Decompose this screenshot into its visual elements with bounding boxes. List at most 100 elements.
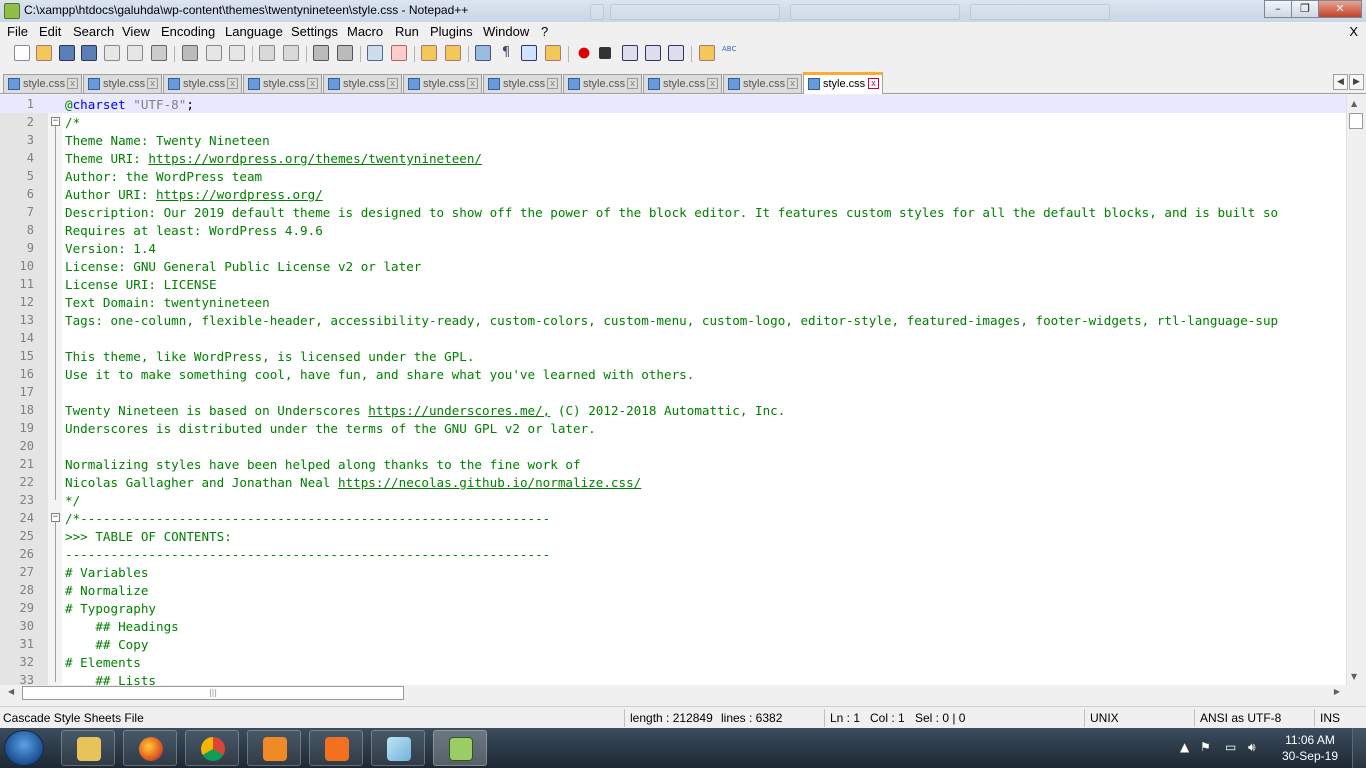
code-line[interactable]: 2 −/* (0, 113, 1346, 131)
eol-format-label[interactable]: UNIX (1090, 711, 1119, 725)
tab-close-icon[interactable]: x (868, 78, 879, 89)
editor-area[interactable]: 1 @charset "UTF-8"; 2−/* 3 Theme Name: Twent… (0, 95, 1346, 685)
stop-macro-icon[interactable] (599, 47, 611, 59)
indent-guide-icon[interactable] (521, 45, 537, 61)
spell-check-icon[interactable]: ABC (722, 45, 738, 61)
code-line[interactable]: 8 Requires at least: WordPress 4.9.6 (0, 221, 1346, 239)
new-file-icon[interactable] (14, 45, 30, 61)
menu-file[interactable]: File (7, 24, 28, 39)
code-line[interactable]: 12 Text Domain: twentynineteen (0, 293, 1346, 311)
save-macro-icon[interactable] (668, 45, 684, 61)
code-line[interactable]: 19 Underscores is distributed under the t… (0, 419, 1346, 437)
insert-mode-label[interactable]: INS (1320, 711, 1340, 725)
start-button[interactable] (4, 730, 44, 766)
code-line[interactable]: 9 Version: 1.4 (0, 239, 1346, 257)
taskbar-xampp[interactable] (309, 730, 363, 766)
close-file-icon[interactable] (104, 45, 120, 61)
sync-horizontal-icon[interactable] (445, 45, 461, 61)
play-multiple-macro-icon[interactable] (645, 45, 661, 61)
code-line[interactable]: 16 Use it to make something cool, have fu… (0, 365, 1346, 383)
tab-close-icon[interactable]: x (227, 78, 238, 89)
code-line[interactable]: 3 Theme Name: Twenty Nineteen (0, 131, 1346, 149)
url-link[interactable]: https://wordpress.org/ (156, 187, 323, 202)
code-line[interactable]: 7 Description: Our 2019 default theme is … (0, 203, 1346, 221)
code-line[interactable]: 4 Theme URI: https://wordpress.org/themes… (0, 149, 1346, 167)
tabs-scroll-right-button[interactable]: ▶ (1349, 74, 1364, 90)
volume-icon[interactable]: 🔊︎ (1248, 740, 1256, 755)
code-line[interactable]: 25 >>> TABLE OF CONTENTS: (0, 527, 1346, 545)
taskbar-firefox[interactable] (123, 730, 177, 766)
taskbar-notepad-plus-plus[interactable] (433, 730, 487, 766)
record-macro-icon[interactable] (576, 45, 592, 61)
tab-close-icon[interactable]: x (67, 78, 78, 89)
doc-map-icon[interactable] (545, 45, 561, 61)
code-line[interactable]: 11 License URI: LICENSE (0, 275, 1346, 293)
redo-icon[interactable] (283, 45, 299, 61)
run-icon[interactable] (699, 45, 715, 61)
encoding-label[interactable]: ANSI as UTF-8 (1200, 711, 1281, 725)
tab-close-icon[interactable]: x (787, 78, 798, 89)
code-line[interactable]: 21 Normalizing styles have been helped al… (0, 455, 1346, 473)
show-hidden-icons-icon[interactable]: ▲ (1180, 740, 1189, 754)
word-wrap-icon[interactable] (475, 45, 491, 61)
tab-style-css-9[interactable]: style.css x (643, 74, 722, 93)
taskbar-chrome[interactable] (185, 730, 239, 766)
code-line[interactable]: 29 # Typography (0, 599, 1346, 617)
zoom-in-icon[interactable] (367, 45, 383, 61)
code-line[interactable]: 24 −/*-----------------------------------… (0, 509, 1346, 527)
code-line[interactable]: 26 --------------------------------------… (0, 545, 1346, 563)
menu-language[interactable]: Language (225, 24, 283, 39)
code-line[interactable]: 32 # Elements (0, 653, 1346, 671)
system-clock[interactable]: 11:06 AM 30-Sep-19 (1282, 732, 1338, 764)
fold-toggle-icon[interactable]: − (51, 513, 60, 522)
code-line[interactable]: 17 (0, 383, 1346, 401)
tab-close-icon[interactable]: x (627, 78, 638, 89)
code-line[interactable]: 31 ## Copy (0, 635, 1346, 653)
tab-close-icon[interactable]: x (467, 78, 478, 89)
cut-icon[interactable] (182, 45, 198, 61)
menu-search[interactable]: Search (73, 24, 114, 39)
scroll-right-arrow-icon[interactable]: ▶ (1334, 687, 1340, 696)
show-desktop-button[interactable] (1352, 728, 1366, 768)
close-document-button[interactable]: X (1349, 24, 1358, 39)
scroll-left-arrow-icon[interactable]: ◀ (8, 687, 14, 696)
url-link[interactable]: https://wordpress.org/themes/twentyninet… (148, 151, 482, 166)
tab-style-css-10[interactable]: style.css x (723, 74, 802, 93)
close-button[interactable]: ✕ (1318, 0, 1362, 18)
paste-icon[interactable] (229, 45, 245, 61)
copy-icon[interactable] (206, 45, 222, 61)
sync-vertical-icon[interactable] (421, 45, 437, 61)
show-all-characters-icon[interactable]: ¶ (498, 45, 514, 61)
menu-edit[interactable]: Edit (39, 24, 61, 39)
tab-style-css-3[interactable]: style.css x (163, 74, 242, 93)
code-line[interactable]: 15 This theme, like WordPress, is license… (0, 347, 1346, 365)
find-icon[interactable] (313, 45, 329, 61)
code-line[interactable]: 14 (0, 329, 1346, 347)
menu-run[interactable]: Run (395, 24, 419, 39)
code-line[interactable]: 28 # Normalize (0, 581, 1346, 599)
tab-close-icon[interactable]: x (387, 78, 398, 89)
tab-close-icon[interactable]: x (707, 78, 718, 89)
code-line[interactable]: 1 @charset "UTF-8"; (0, 95, 1346, 113)
tab-close-icon[interactable]: x (147, 78, 158, 89)
code-line[interactable]: 10 License: GNU General Public License v2… (0, 257, 1346, 275)
maximize-button[interactable]: ❐ (1291, 0, 1319, 18)
scroll-up-arrow-icon[interactable]: ▲ (1351, 99, 1357, 108)
save-all-icon[interactable] (81, 45, 97, 61)
tab-close-icon[interactable]: x (307, 78, 318, 89)
menu-encoding[interactable]: Encoding (161, 24, 215, 39)
undo-icon[interactable] (259, 45, 275, 61)
code-line[interactable]: 27 # Variables (0, 563, 1346, 581)
code-line[interactable]: 5 Author: the WordPress team (0, 167, 1346, 185)
save-icon[interactable] (59, 45, 75, 61)
code-line[interactable]: 18 Twenty Nineteen is based on Underscore… (0, 401, 1346, 419)
tab-style-css-4[interactable]: style.css x (243, 74, 322, 93)
zoom-out-icon[interactable] (391, 45, 407, 61)
code-line[interactable]: 23 */ (0, 491, 1346, 509)
url-link[interactable]: https://underscores.me/, (368, 403, 550, 418)
tab-style-css-7[interactable]: style.css x (483, 74, 562, 93)
menu-macro[interactable]: Macro (347, 24, 383, 39)
menu-window[interactable]: Window (483, 24, 529, 39)
horizontal-scrollbar[interactable]: ◀ ||| ▶ (0, 685, 1346, 701)
menu-settings[interactable]: Settings (291, 24, 338, 39)
